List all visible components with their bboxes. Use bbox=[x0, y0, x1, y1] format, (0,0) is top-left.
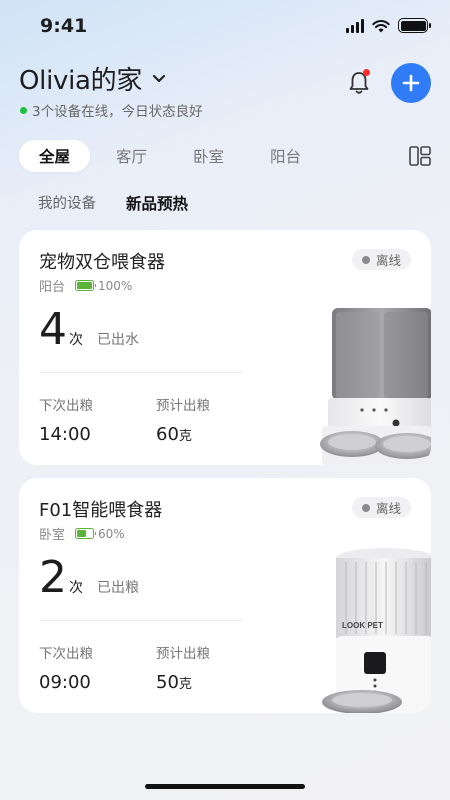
status-badge: 离线 bbox=[351, 249, 411, 270]
notification-badge bbox=[363, 69, 370, 76]
home-status-text: 3个设备在线，今日状态良好 bbox=[32, 104, 203, 120]
battery-level-icon bbox=[75, 280, 97, 291]
count-value: 2 bbox=[39, 552, 67, 603]
battery-icon bbox=[398, 18, 431, 33]
battery-percent: 60% bbox=[98, 526, 125, 541]
dispense-count: 2 次 已出粮 bbox=[39, 556, 139, 600]
est-feed-label: 预计出粮 bbox=[156, 398, 210, 414]
home-status: 3个设备在线，今日状态良好 bbox=[20, 100, 203, 120]
tab-bedroom[interactable]: 卧室 bbox=[173, 140, 244, 172]
device-meta: 卧室 60% bbox=[39, 524, 125, 544]
chevron-down-icon bbox=[152, 74, 166, 82]
est-feed: 预计出粮 60克 bbox=[156, 394, 210, 445]
f01-feeder-image: LOOK PET bbox=[322, 548, 431, 713]
device-card-f01-feeder[interactable]: F01智能喂食器 离线 卧室 60% 2 次 已出粮 下次出粮 09:00 预计… bbox=[19, 478, 431, 713]
device-room: 阳台 bbox=[39, 280, 66, 295]
dual-feeder-image bbox=[320, 308, 431, 465]
tab-whole-house[interactable]: 全屋 bbox=[19, 140, 91, 172]
online-dot-icon bbox=[20, 106, 27, 114]
status-icons bbox=[346, 18, 431, 33]
device-name: 宠物双仓喂食器 bbox=[39, 252, 165, 273]
room-tabs: 全屋 客厅 卧室 阳台 bbox=[19, 140, 327, 172]
offline-dot-icon bbox=[361, 503, 370, 512]
status-bar: 9:41 bbox=[0, 0, 450, 54]
next-feed: 下次出粮 14:00 bbox=[39, 394, 93, 445]
home-name: Olivia的家 bbox=[19, 66, 143, 96]
est-feed: 预计出粮 50克 bbox=[156, 642, 210, 693]
battery-percent: 100% bbox=[98, 278, 133, 293]
grid-layout-icon[interactable] bbox=[409, 146, 431, 166]
next-feed-value: 09:00 bbox=[39, 672, 91, 693]
device-meta: 阳台 100% bbox=[39, 276, 132, 296]
notification-button[interactable] bbox=[342, 66, 376, 100]
divider bbox=[39, 372, 242, 373]
count-desc: 已出水 bbox=[97, 332, 139, 348]
next-feed-value: 14:00 bbox=[39, 424, 91, 445]
product-brand-text: LOOK PET bbox=[342, 621, 383, 630]
home-switcher[interactable]: Olivia的家 bbox=[19, 60, 166, 97]
status-text: 离线 bbox=[375, 501, 401, 516]
tab-my-devices[interactable]: 我的设备 bbox=[38, 192, 96, 214]
divider bbox=[39, 620, 242, 621]
home-indicator bbox=[145, 784, 305, 789]
signal-icon bbox=[346, 18, 364, 33]
device-battery: 100% bbox=[75, 279, 132, 293]
device-battery: 60% bbox=[75, 527, 125, 541]
est-feed-value-row: 50克 bbox=[156, 672, 210, 693]
tab-new-products[interactable]: 新品预热 bbox=[126, 192, 188, 214]
status-badge: 离线 bbox=[351, 497, 411, 518]
tab-balcony[interactable]: 阳台 bbox=[250, 140, 321, 172]
add-device-button[interactable] bbox=[391, 63, 431, 103]
battery-level-icon bbox=[75, 528, 97, 539]
plus-icon bbox=[402, 74, 420, 92]
device-card-dual-feeder[interactable]: 宠物双仓喂食器 离线 阳台 100% 4 次 已出水 下次出粮 14:00 预计… bbox=[19, 230, 431, 465]
next-feed-label: 下次出粮 bbox=[39, 646, 93, 662]
est-feed-value-row: 60克 bbox=[156, 424, 210, 445]
est-feed-value: 60 bbox=[156, 424, 179, 445]
count-desc: 已出粮 bbox=[97, 580, 139, 596]
est-feed-label: 预计出粮 bbox=[156, 646, 210, 662]
est-feed-unit: 克 bbox=[178, 677, 192, 692]
status-time: 9:41 bbox=[40, 15, 88, 37]
dispense-count: 4 次 已出水 bbox=[39, 308, 139, 352]
sub-tabs: 我的设备 新品预热 bbox=[38, 192, 188, 214]
device-name: F01智能喂食器 bbox=[39, 500, 163, 521]
count-unit: 次 bbox=[69, 332, 83, 348]
count-unit: 次 bbox=[69, 580, 83, 596]
device-room: 卧室 bbox=[39, 528, 66, 543]
count-value: 4 bbox=[39, 304, 67, 355]
offline-dot-icon bbox=[361, 255, 370, 264]
status-text: 离线 bbox=[375, 253, 401, 268]
est-feed-value: 50 bbox=[156, 672, 179, 693]
est-feed-unit: 克 bbox=[178, 429, 192, 444]
wifi-icon bbox=[372, 19, 390, 32]
next-feed: 下次出粮 09:00 bbox=[39, 642, 93, 693]
next-feed-label: 下次出粮 bbox=[39, 398, 93, 414]
tab-living-room[interactable]: 客厅 bbox=[96, 140, 167, 172]
